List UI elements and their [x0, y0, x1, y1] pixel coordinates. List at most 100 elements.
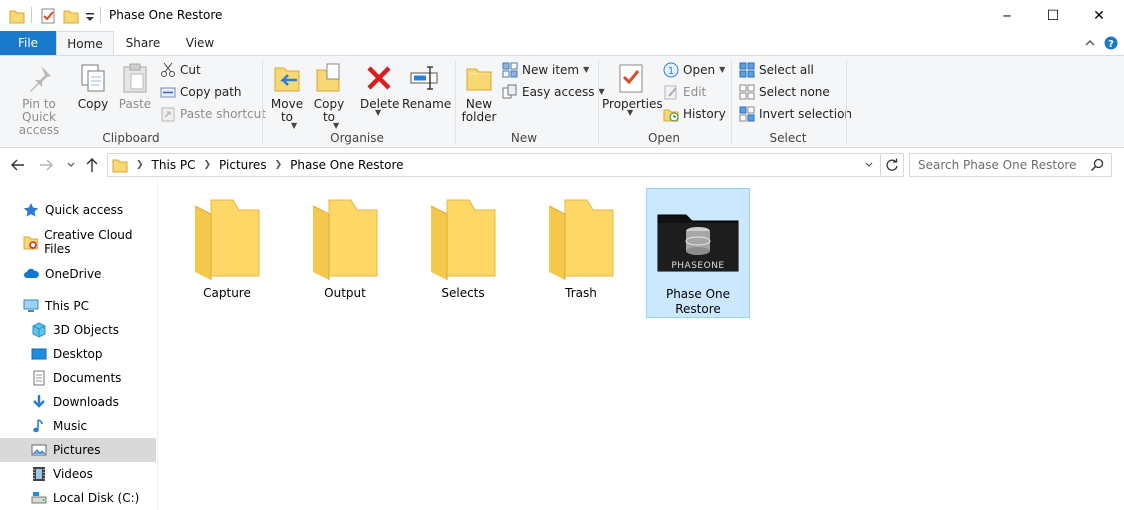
- nav-item-creative-cloud[interactable]: Creative Cloud Files: [0, 228, 156, 256]
- folder-item-trash[interactable]: Trash: [529, 188, 633, 318]
- nav-item-label: Pictures: [53, 443, 101, 457]
- up-arrow-icon[interactable]: [85, 157, 99, 173]
- delete-button[interactable]: Delete ▼: [360, 62, 399, 117]
- copy-path-button[interactable]: Copy path: [160, 82, 242, 102]
- maximize-button[interactable]: ☐: [1030, 0, 1076, 31]
- breadcrumb-phase-one-restore[interactable]: Phase One Restore: [290, 158, 403, 172]
- move-to-button[interactable]: Move to ▼: [270, 62, 304, 130]
- minimize-ribbon-icon[interactable]: [1084, 37, 1096, 49]
- file-name: Capture: [203, 286, 251, 300]
- title-bar: Phase One Restore ─ ☐ ✕: [0, 0, 1124, 31]
- address-bar[interactable]: ❯ This PC ❯ Pictures ❯ Phase One Restore: [107, 153, 881, 177]
- music-note-icon: [33, 419, 43, 433]
- properties-button[interactable]: Properties ▼: [602, 62, 663, 117]
- new-item-label: New item: [522, 63, 580, 77]
- maximize-icon: ☐: [1046, 7, 1060, 24]
- minimize-button[interactable]: ─: [984, 0, 1030, 31]
- select-all-button[interactable]: Select all: [739, 60, 814, 80]
- open-button[interactable]: 1 Open ▼: [663, 60, 725, 80]
- svg-text:?: ?: [1108, 39, 1114, 50]
- customize-toolbar-icon[interactable]: [84, 7, 96, 25]
- file-name: Selects: [441, 286, 485, 300]
- paste-shortcut-icon: [161, 107, 175, 122]
- nav-item-desktop[interactable]: Desktop: [0, 342, 156, 366]
- copy-to-button[interactable]: Copy to ▼: [312, 62, 346, 130]
- close-button[interactable]: ✕: [1076, 0, 1122, 31]
- film-icon: [33, 467, 45, 481]
- history-icon: [663, 109, 679, 122]
- nav-item-documents[interactable]: Documents: [0, 366, 156, 390]
- tab-file[interactable]: File: [0, 31, 56, 55]
- refresh-button[interactable]: [880, 153, 904, 177]
- paste-shortcut-button[interactable]: Paste shortcut: [160, 104, 266, 124]
- document-icon: [33, 370, 45, 386]
- select-group-label: Select: [769, 131, 807, 145]
- new-item-caret: ▼: [583, 65, 590, 74]
- nav-item-music[interactable]: Music: [0, 414, 156, 438]
- invert-selection-button[interactable]: Invert selection: [739, 104, 852, 124]
- paste-button[interactable]: Paste: [118, 62, 152, 111]
- computer-icon: [23, 299, 39, 312]
- new-folder-button[interactable]: New folder: [460, 62, 498, 124]
- desktop-icon: [31, 348, 47, 360]
- new-folder-label: New folder: [461, 97, 497, 124]
- tab-share[interactable]: Share: [114, 31, 172, 55]
- breadcrumb-this-pc[interactable]: This PC: [152, 158, 196, 172]
- invert-selection-label: Invert selection: [759, 107, 853, 121]
- invert-selection-icon: [739, 106, 755, 122]
- properties-icon[interactable]: [40, 7, 56, 25]
- search-box[interactable]: [909, 153, 1112, 177]
- edit-button[interactable]: Edit: [663, 82, 706, 102]
- breadcrumb-separator[interactable]: ❯: [204, 160, 212, 170]
- folder-item-capture[interactable]: Capture: [175, 188, 279, 318]
- breadcrumb-separator[interactable]: ❯: [275, 160, 283, 170]
- clipboard-group-label: Clipboard: [102, 131, 160, 145]
- breadcrumb-separator[interactable]: ❯: [136, 160, 144, 170]
- search-input[interactable]: [910, 158, 1090, 172]
- pin-quick-access-button[interactable]: Pin to Quick access: [4, 62, 74, 137]
- select-all-label: Select all: [759, 63, 814, 77]
- move-to-caret: ▼: [291, 121, 298, 130]
- back-arrow-icon[interactable]: [10, 158, 26, 172]
- nav-item-label: Documents: [53, 371, 122, 385]
- copy-button[interactable]: Copy: [76, 62, 110, 111]
- tab-view[interactable]: View: [172, 31, 228, 55]
- nav-item-pictures[interactable]: Pictures: [0, 438, 156, 462]
- address-dropdown-chevron-icon[interactable]: [864, 160, 874, 170]
- cut-button[interactable]: Cut: [160, 60, 201, 80]
- folder-icon: [194, 199, 260, 280]
- search-icon[interactable]: [1090, 158, 1104, 172]
- nav-item-quick-access[interactable]: Quick access: [0, 198, 156, 222]
- breadcrumb-pictures[interactable]: Pictures: [219, 158, 267, 172]
- pin-icon: [30, 66, 51, 92]
- history-button[interactable]: History: [663, 104, 726, 124]
- nav-item-this-pc[interactable]: This PC: [0, 294, 156, 318]
- nav-item-downloads[interactable]: Downloads: [0, 390, 156, 414]
- nav-item-label: Local Disk (C:): [53, 491, 140, 505]
- folder-item-phase-one-restore[interactable]: PHASEONE Phase One Restore: [646, 188, 750, 318]
- new-item-button[interactable]: New item ▼: [502, 60, 589, 80]
- group-separator: [846, 60, 847, 144]
- nav-item-local-disk[interactable]: Local Disk (C:): [0, 486, 156, 510]
- tab-home[interactable]: Home: [56, 31, 114, 56]
- folder-item-output[interactable]: Output: [293, 188, 397, 318]
- file-name: Trash: [565, 286, 597, 300]
- pin-label: Pin to Quick access: [18, 97, 60, 137]
- ribbon: Pin to Quick access Copy Paste Cut Copy: [0, 55, 1124, 148]
- folder-icon: [112, 159, 128, 173]
- select-none-button[interactable]: Select none: [739, 82, 830, 102]
- nav-item-onedrive[interactable]: OneDrive: [0, 262, 156, 286]
- forward-arrow-icon[interactable]: [38, 158, 54, 172]
- nav-item-3d-objects[interactable]: 3D Objects: [0, 318, 156, 342]
- nav-item-label: 3D Objects: [53, 323, 120, 337]
- rename-button[interactable]: Rename: [402, 62, 451, 111]
- edit-icon: [664, 85, 677, 100]
- new-folder-icon[interactable]: [63, 7, 79, 25]
- qa-divider: [31, 7, 32, 23]
- nav-item-videos[interactable]: Videos: [0, 462, 156, 486]
- folder-item-selects[interactable]: Selects: [411, 188, 515, 318]
- recent-locations-chevron-icon[interactable]: [66, 160, 76, 170]
- help-icon[interactable]: ?: [1104, 36, 1118, 50]
- easy-access-button[interactable]: Easy access ▼: [502, 82, 605, 102]
- file-list: Capture Output Selects Trash PHASEONE Ph…: [159, 181, 1124, 510]
